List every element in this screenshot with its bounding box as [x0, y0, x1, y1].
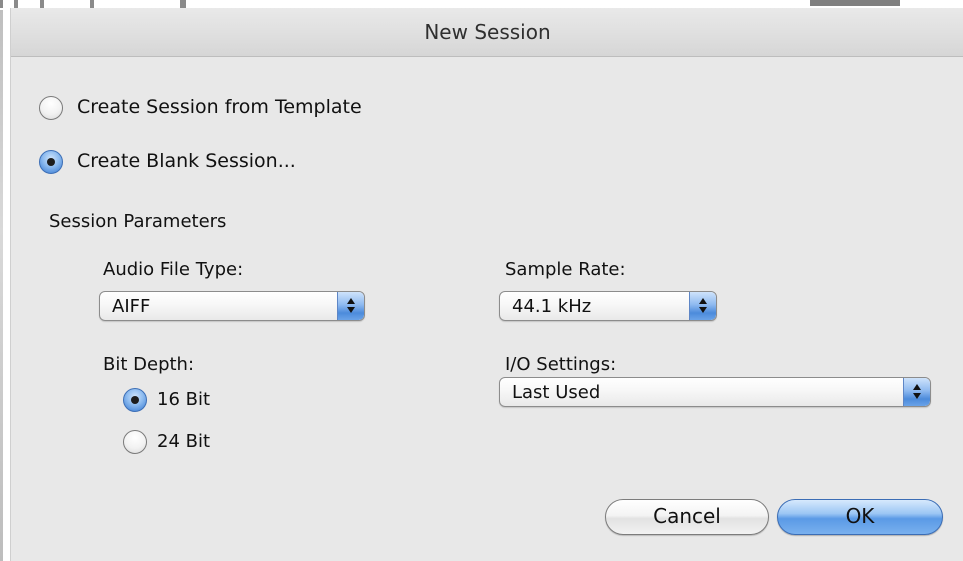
audio-file-type-stepper[interactable]	[337, 292, 364, 320]
window-title: New Session	[424, 20, 551, 44]
background-window-edge	[0, 0, 300, 8]
background-window-edge-right	[790, 0, 963, 6]
screen: New Session Create Session from Template…	[0, 0, 963, 561]
blank-session-radio[interactable]	[39, 150, 63, 174]
chevron-up-icon	[699, 298, 707, 304]
session-parameters-heading: Session Parameters	[49, 211, 227, 232]
sample-rate-stepper[interactable]	[689, 292, 716, 320]
sample-rate-label: Sample Rate:	[505, 259, 626, 280]
cancel-button[interactable]: Cancel	[605, 499, 769, 535]
chevron-up-icon	[347, 298, 355, 304]
io-settings-label: I/O Settings:	[505, 354, 617, 375]
chevron-down-icon	[347, 307, 355, 313]
io-settings-stepper[interactable]	[903, 378, 930, 406]
bit-depth-16-radio[interactable]	[123, 388, 147, 412]
audio-file-type-label: Audio File Type:	[103, 259, 244, 280]
audio-file-type-select[interactable]: AIFF	[99, 291, 365, 321]
chevron-up-icon	[913, 384, 921, 390]
audio-file-type-value: AIFF	[112, 296, 151, 317]
bit-depth-24-label[interactable]: 24 Bit	[157, 431, 210, 452]
template-session-radio[interactable]	[39, 96, 63, 120]
io-settings-value: Last Used	[512, 382, 601, 403]
io-settings-select[interactable]: Last Used	[499, 377, 931, 407]
sample-rate-select[interactable]: 44.1 kHz	[499, 291, 717, 321]
sample-rate-value: 44.1 kHz	[512, 296, 592, 317]
bit-depth-16-label[interactable]: 16 Bit	[157, 389, 210, 410]
ok-button[interactable]: OK	[777, 499, 943, 535]
template-session-label[interactable]: Create Session from Template	[77, 96, 362, 118]
title-bar[interactable]: New Session	[11, 8, 963, 57]
bit-depth-label: Bit Depth:	[103, 354, 195, 375]
chevron-down-icon	[699, 307, 707, 313]
blank-session-label[interactable]: Create Blank Session...	[77, 150, 296, 172]
chevron-down-icon	[913, 393, 921, 399]
new-session-dialog: New Session Create Session from Template…	[10, 8, 963, 561]
radio-selected-dot	[131, 396, 139, 404]
radio-selected-dot	[47, 158, 55, 166]
bit-depth-24-radio[interactable]	[123, 430, 147, 454]
dialog-shadow	[0, 10, 3, 561]
